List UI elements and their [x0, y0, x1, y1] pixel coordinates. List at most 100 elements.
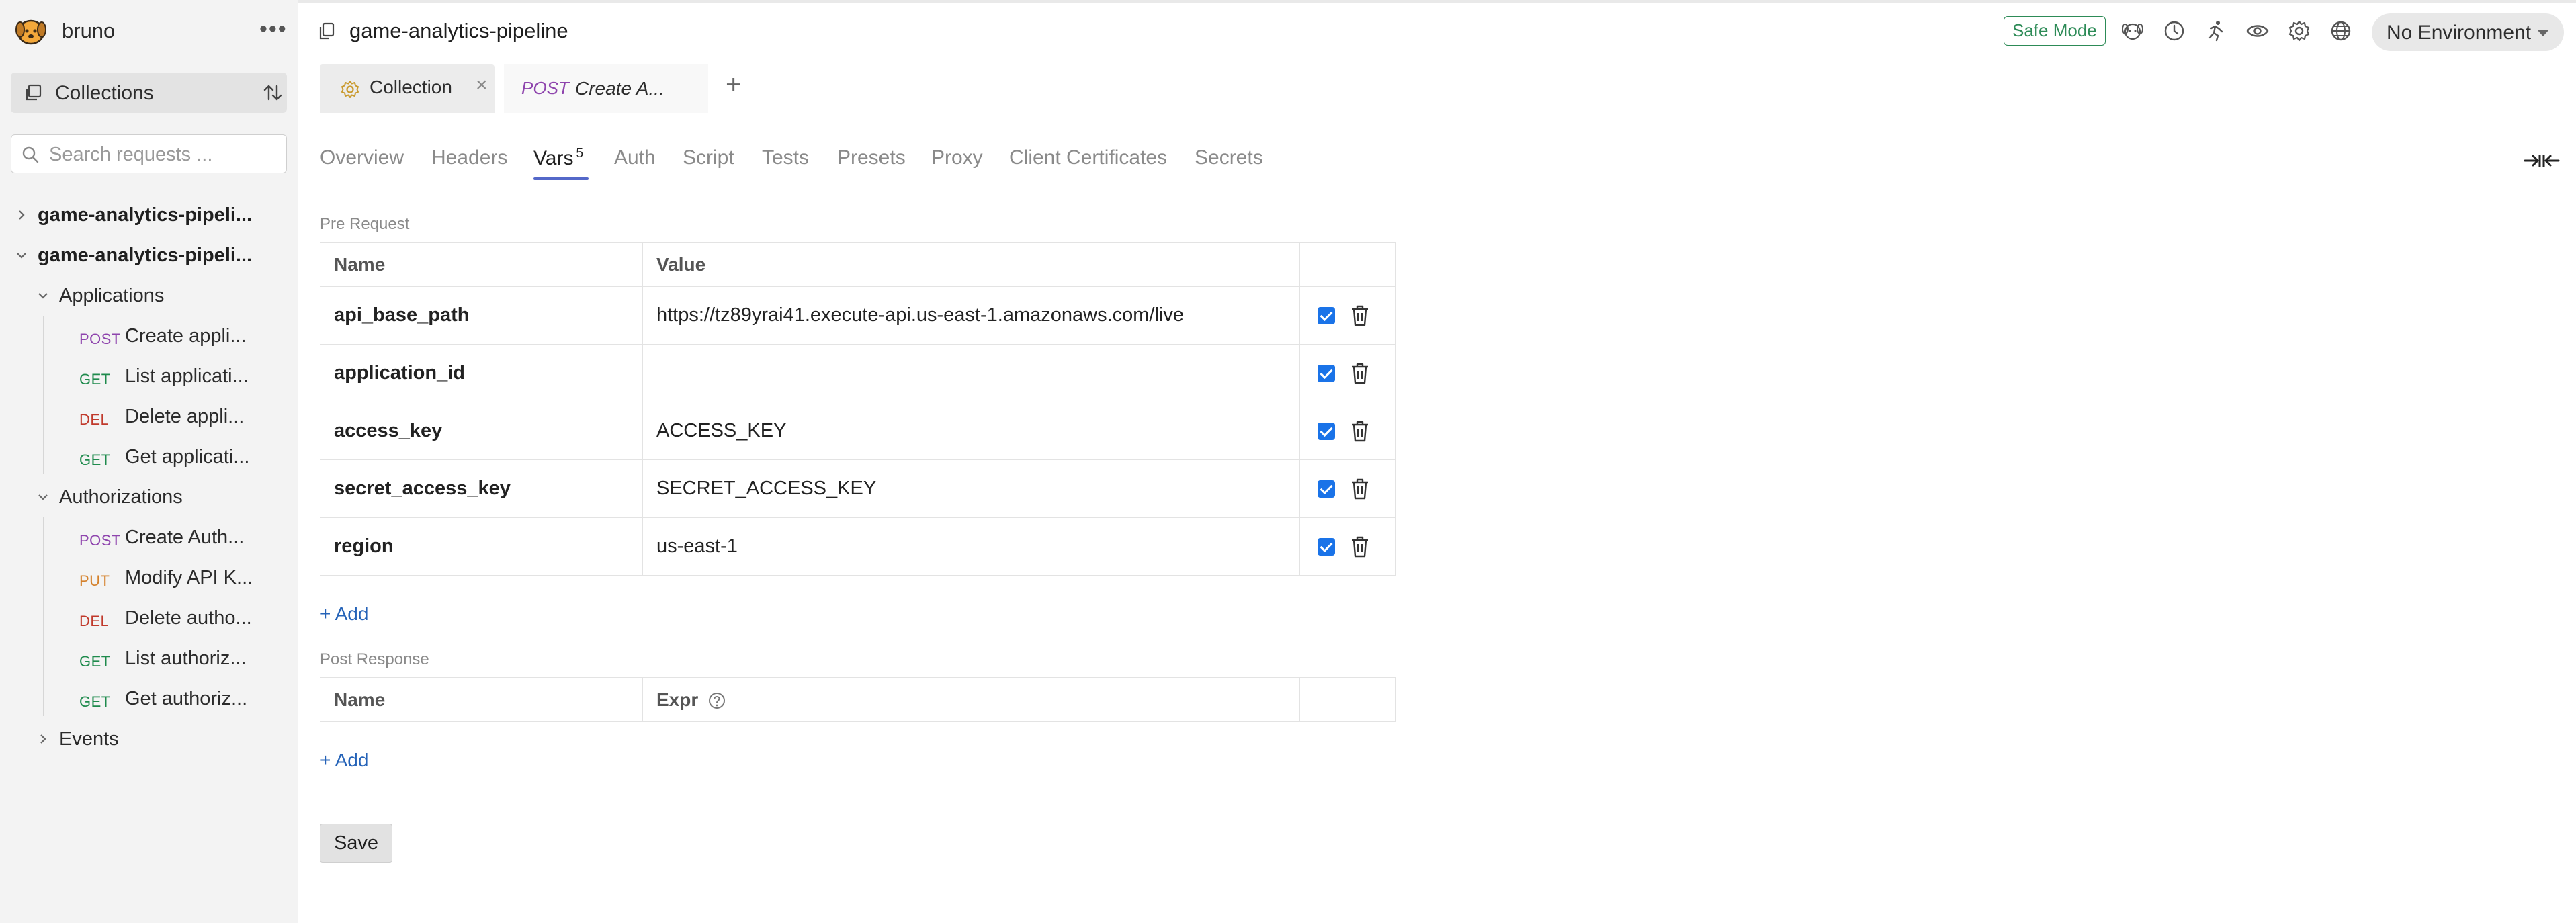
var-value[interactable]: SECRET_ACCESS_KEY: [642, 459, 1300, 518]
bruno-dog-icon[interactable]: [2120, 19, 2145, 43]
enabled-checkbox[interactable]: [1318, 306, 1335, 324]
tab-label: Collection: [370, 77, 452, 97]
request-name: Delete autho...: [125, 607, 252, 629]
save-button[interactable]: Save: [320, 824, 392, 863]
collections-dropdown[interactable]: Collections: [11, 73, 287, 113]
request-item[interactable]: DEL Delete appli...: [0, 398, 298, 435]
collections-label: Collections: [55, 82, 154, 104]
method-badge: DEL: [79, 411, 110, 428]
tab-vars[interactable]: Vars 5: [533, 146, 583, 170]
post-response-vars-table: Name Expr: [320, 677, 1396, 722]
var-value[interactable]: https://tz89yrai41.execute-api.us-east-1…: [642, 286, 1300, 345]
tab-client-certificates[interactable]: Client Certificates: [1009, 146, 1167, 169]
var-value[interactable]: ACCESS_KEY: [642, 402, 1300, 460]
trash-icon[interactable]: [1350, 478, 1370, 500]
new-tab-button[interactable]: +: [726, 70, 741, 100]
collections-icon: [26, 84, 42, 101]
environment-label: No Environment: [2387, 21, 2532, 44]
collection-item[interactable]: game-analytics-pipeli...: [0, 236, 298, 274]
tab-secrets[interactable]: Secrets: [1195, 146, 1263, 169]
trash-icon[interactable]: [1350, 362, 1370, 385]
var-name[interactable]: api_base_path: [320, 286, 643, 345]
globe-icon[interactable]: [2329, 19, 2353, 43]
folder-authorizations[interactable]: Authorizations: [0, 478, 298, 516]
collection-name: game-analytics-pipeli...: [38, 204, 253, 226]
var-name[interactable]: region: [320, 517, 643, 576]
add-post-response-var-button[interactable]: + Add: [320, 750, 368, 771]
tab-presets[interactable]: Presets: [837, 146, 906, 169]
var-name[interactable]: secret_access_key: [320, 459, 643, 518]
collection-name: game-analytics-pipeli...: [38, 245, 253, 266]
tab-tests[interactable]: Tests: [762, 146, 809, 169]
request-item[interactable]: GET List authoriz...: [0, 640, 298, 677]
chevron-right-icon: [40, 734, 46, 744]
request-item[interactable]: GET Get applicati...: [0, 438, 298, 476]
enabled-checkbox[interactable]: [1318, 364, 1335, 382]
var-name[interactable]: access_key: [320, 402, 643, 460]
tab-auth[interactable]: Auth: [614, 146, 656, 169]
trash-icon[interactable]: [1350, 304, 1370, 327]
method-badge: GET: [79, 653, 111, 670]
column-header-actions: [1299, 677, 1396, 722]
environment-selector[interactable]: No Environment: [2372, 13, 2564, 51]
more-options-icon[interactable]: •••: [259, 17, 288, 40]
add-pre-request-var-button[interactable]: + Add: [320, 603, 368, 625]
tab-script[interactable]: Script: [683, 146, 734, 169]
tab-proxy[interactable]: Proxy: [931, 146, 983, 169]
column-header-name: Name: [320, 242, 643, 287]
eye-icon[interactable]: [2245, 19, 2270, 43]
tab-collection[interactable]: Collection ×: [320, 64, 495, 113]
request-item[interactable]: GET List applicati...: [0, 357, 298, 395]
tab-request[interactable]: POST Create A...: [504, 64, 708, 113]
tab-headers[interactable]: Headers: [431, 146, 507, 169]
enabled-checkbox[interactable]: [1318, 480, 1335, 498]
row-actions: [1299, 286, 1396, 345]
trash-icon[interactable]: [1350, 535, 1370, 558]
table-row: api_base_path https://tz89yrai41.execute…: [320, 286, 1396, 345]
folder-label: Applications: [59, 285, 165, 306]
folder-label: Events: [59, 728, 119, 750]
var-value[interactable]: [642, 344, 1300, 402]
folder-applications[interactable]: Applications: [0, 277, 298, 314]
enabled-checkbox[interactable]: [1318, 422, 1335, 440]
safe-mode-badge[interactable]: Safe Mode: [2004, 16, 2106, 46]
table-row: secret_access_key SECRET_ACCESS_KEY: [320, 459, 1396, 518]
folder-events[interactable]: Events: [0, 720, 298, 758]
enabled-checkbox[interactable]: [1318, 537, 1335, 556]
var-name[interactable]: application_id: [320, 344, 643, 402]
help-icon[interactable]: [707, 691, 726, 710]
chevron-down-icon: [38, 293, 48, 299]
header-divider: [298, 0, 2576, 3]
search-input[interactable]: [49, 142, 277, 167]
request-item[interactable]: GET Get authoriz...: [0, 680, 298, 717]
settings-gear-icon[interactable]: [2287, 19, 2311, 43]
collection-settings-tabs: Overview Headers Vars 5 Auth Script Tests…: [298, 114, 2576, 187]
collection-item[interactable]: game-analytics-pipeli...: [0, 196, 298, 234]
trash-icon[interactable]: [1350, 420, 1370, 443]
request-item[interactable]: POST Create appli...: [0, 317, 298, 355]
table-header-row: Name Value: [320, 242, 1396, 287]
sort-icon[interactable]: [262, 82, 284, 103]
vars-count-badge: 5: [576, 146, 584, 161]
runner-icon[interactable]: [2204, 19, 2228, 43]
collapse-panel-icon[interactable]: [2524, 152, 2560, 169]
sidebar-header: bruno •••: [0, 0, 298, 62]
method-badge: PUT: [79, 572, 110, 589]
request-name: Modify API K...: [125, 567, 253, 588]
method-badge: GET: [79, 451, 111, 468]
history-icon[interactable]: [2162, 19, 2186, 43]
column-header-value: Value: [642, 242, 1300, 287]
pre-request-vars-table: Name Value api_base_path https://tz89yra…: [320, 242, 1396, 576]
tab-overview[interactable]: Overview: [320, 146, 404, 169]
request-item[interactable]: POST Create Auth...: [0, 519, 298, 556]
var-value[interactable]: us-east-1: [642, 517, 1300, 576]
collection-copy-icon: [319, 22, 335, 40]
request-name: List authoriz...: [125, 648, 247, 669]
close-tab-icon[interactable]: ×: [476, 74, 488, 97]
method-badge: POST: [79, 331, 121, 347]
request-item[interactable]: DEL Delete autho...: [0, 599, 298, 637]
chevron-down-icon: [17, 253, 26, 259]
request-item[interactable]: PUT Modify API K...: [0, 559, 298, 597]
method-badge: GET: [79, 371, 111, 388]
folder-label: Authorizations: [59, 486, 183, 508]
